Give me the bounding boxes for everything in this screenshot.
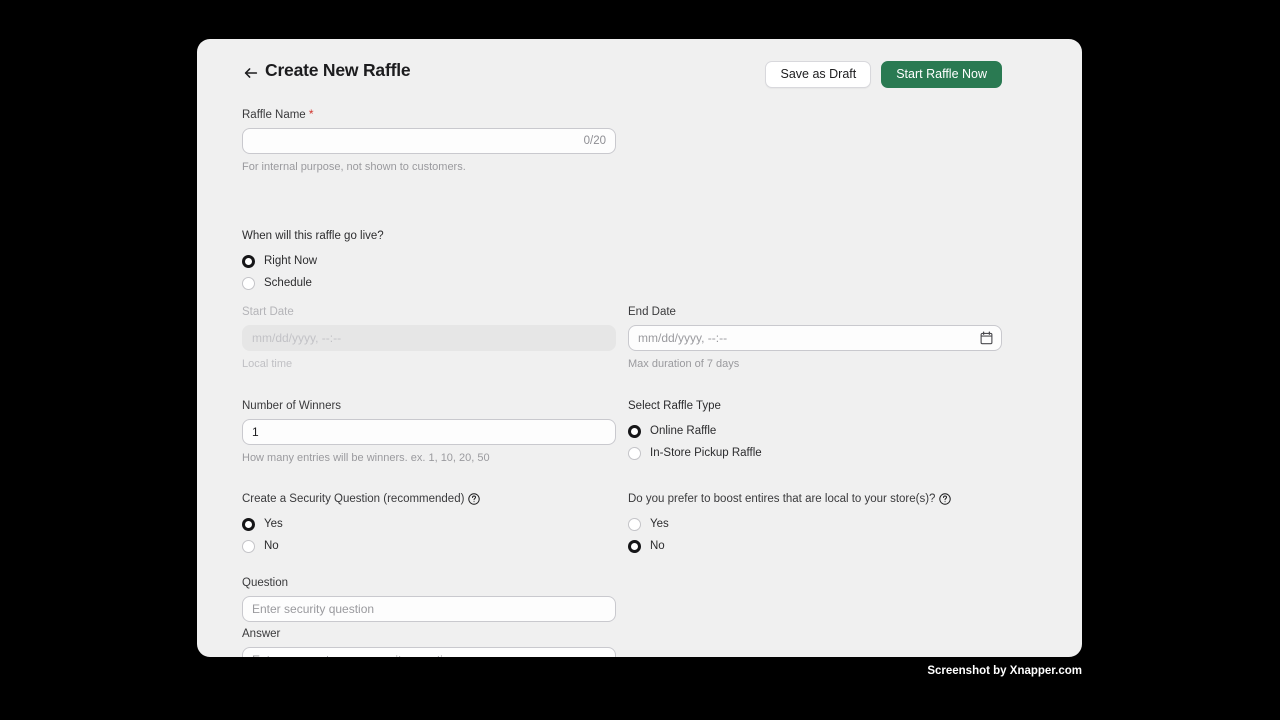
security-question-radio-group: Yes No [242, 513, 616, 557]
radio-indicator[interactable] [628, 539, 641, 553]
boost-local-label-text: Do you prefer to boost entires that are … [628, 493, 936, 505]
field-raffle-name: Raffle Name * 0/20 For internal purpose,… [242, 107, 616, 174]
help-circle-icon[interactable] [939, 493, 952, 505]
radio-indicator[interactable] [242, 254, 255, 268]
boost-local-radio-group: Yes No [628, 513, 1002, 557]
radio-indicator[interactable] [242, 276, 255, 290]
field-start-date: Start Date Local time [242, 305, 616, 371]
radio-option-security-no[interactable]: No [242, 535, 616, 557]
radio-label: In-Store Pickup Raffle [650, 446, 762, 459]
answer-input[interactable] [242, 647, 616, 657]
field-security-question: Create a Security Question (recommended) [242, 492, 616, 557]
start-date-label: Start Date [242, 306, 294, 318]
radio-indicator[interactable] [628, 517, 641, 531]
radio-option-online-raffle[interactable]: Online Raffle [628, 420, 1002, 442]
radio-label: Yes [264, 517, 283, 530]
save-as-draft-button[interactable]: Save as Draft [765, 61, 872, 88]
radio-label: No [264, 539, 279, 552]
start-date-input [242, 325, 616, 351]
security-question-label-text: Create a Security Question (recommended) [242, 493, 465, 505]
start-raffle-now-button[interactable]: Start Raffle Now [881, 61, 1002, 88]
field-end-date: End Date Max duration of 7 days [628, 305, 1002, 371]
radio-option-security-yes[interactable]: Yes [242, 513, 616, 535]
field-question: Question [242, 576, 616, 622]
radio-option-boost-no[interactable]: No [628, 535, 1002, 557]
radio-label: Schedule [264, 276, 312, 289]
radio-indicator[interactable] [242, 539, 255, 553]
end-date-helper: Max duration of 7 days [628, 358, 740, 370]
radio-option-right-now[interactable]: Right Now [242, 250, 616, 272]
radio-label: Right Now [264, 254, 318, 267]
question-label: Question [242, 577, 289, 589]
raffle-name-label: Raffle Name * [242, 107, 616, 122]
radio-indicator[interactable] [242, 517, 255, 531]
boost-local-label: Do you prefer to boost entires that are … [628, 492, 1002, 506]
answer-label: Answer [242, 628, 281, 640]
security-question-label: Create a Security Question (recommended) [242, 492, 616, 506]
radio-option-schedule[interactable]: Schedule [242, 272, 616, 294]
radio-option-boost-yes[interactable]: Yes [628, 513, 1002, 535]
number-of-winners-input[interactable] [242, 419, 616, 445]
arrow-left-icon[interactable] [242, 64, 260, 82]
field-go-live: When will this raffle go live? Right Now… [242, 229, 616, 294]
go-live-radio-group: Right Now Schedule [242, 250, 616, 294]
raffle-form: Raffle Name * 0/20 For internal purpose,… [242, 107, 1037, 657]
raffle-type-label: Select Raffle Type [628, 400, 721, 412]
raffle-type-radio-group: Online Raffle In-Store Pickup Raffle [628, 420, 1002, 464]
field-boost-local: Do you prefer to boost entires that are … [628, 492, 1002, 557]
start-date-helper: Local time [242, 358, 293, 370]
raffle-name-helper: For internal purpose, not shown to custo… [242, 161, 466, 173]
page-title: Create New Raffle [265, 60, 411, 80]
create-raffle-card: Create New Raffle Save as Draft Start Ra… [197, 39, 1082, 657]
page-header: Create New Raffle Save as Draft Start Ra… [197, 39, 1082, 107]
field-number-of-winners: Number of Winners How many entries will … [242, 399, 616, 465]
number-of-winners-helper: How many entries will be winners. ex. 1,… [242, 452, 490, 464]
radio-indicator[interactable] [628, 446, 641, 460]
field-raffle-type: Select Raffle Type Online Raffle In-Stor… [628, 399, 1002, 464]
radio-label: No [650, 539, 665, 552]
radio-label: Yes [650, 517, 669, 530]
field-answer: Answer [242, 627, 616, 657]
screen-root: Create New Raffle Save as Draft Start Ra… [0, 0, 1280, 720]
screenshot-watermark: Screenshot by Xnapper.com [927, 665, 1082, 677]
radio-option-in-store-pickup-raffle[interactable]: In-Store Pickup Raffle [628, 442, 1002, 464]
radio-label: Online Raffle [650, 424, 717, 437]
question-input[interactable] [242, 596, 616, 622]
header-actions: Save as Draft Start Raffle Now [765, 61, 1002, 88]
radio-indicator[interactable] [628, 424, 641, 438]
end-date-label: End Date [628, 306, 676, 318]
help-circle-icon[interactable] [468, 493, 481, 505]
go-live-label: When will this raffle go live? [242, 230, 384, 242]
raffle-name-input[interactable] [242, 128, 616, 154]
end-date-input[interactable] [628, 325, 1002, 351]
required-asterisk: * [308, 107, 314, 121]
raffle-name-label-text: Raffle Name [242, 109, 306, 121]
number-of-winners-label: Number of Winners [242, 400, 342, 412]
